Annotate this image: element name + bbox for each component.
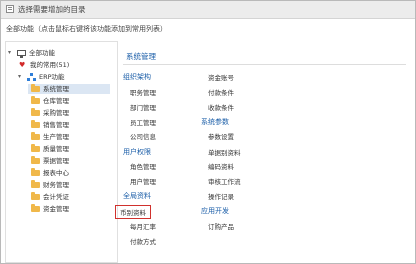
category-heading: 应用开发	[201, 207, 229, 215]
folder-icon	[31, 96, 40, 104]
monitor-icon	[17, 50, 26, 58]
tree-node-module[interactable]: 仓库管理	[28, 96, 110, 106]
section-title: 系统管理	[126, 52, 156, 61]
folder-icon	[31, 84, 40, 92]
collapse-caret-icon[interactable]: ▾	[8, 48, 11, 58]
window-icon	[6, 5, 14, 13]
tree-node-module[interactable]: 票据管理	[28, 156, 110, 166]
folder-icon	[31, 156, 40, 164]
function-item[interactable]: 员工管理	[130, 117, 156, 127]
tree-label: 系统管理	[43, 85, 69, 93]
folder-icon	[31, 108, 40, 116]
function-item[interactable]: 订购产品	[208, 221, 234, 231]
tree-label: 质量管理	[43, 145, 69, 153]
function-item[interactable]: 币别资料	[115, 205, 151, 219]
function-item[interactable]: 付款条件	[208, 87, 234, 97]
tree-label: 资金管理	[43, 205, 69, 213]
function-item[interactable]: 编码资料	[208, 161, 234, 171]
tree-node-module[interactable]: 销售管理	[28, 120, 110, 130]
tree-node-module[interactable]: 会计凭证	[28, 192, 110, 202]
tree-label: 我的常用(51)	[30, 61, 70, 69]
function-item[interactable]: 角色管理	[130, 161, 156, 171]
tree-label: 会计凭证	[43, 193, 69, 201]
title-bar: 选择需要增加的目录	[1, 1, 415, 19]
category-heading: 全局资料	[123, 192, 151, 200]
tree-label: 销售管理	[43, 121, 69, 129]
org-chart-icon	[27, 73, 36, 81]
tree-node-module[interactable]: 采购管理	[28, 108, 110, 118]
folder-icon	[31, 144, 40, 152]
function-item[interactable]: 资金账号	[208, 72, 234, 82]
folder-icon	[31, 180, 40, 188]
tree-label: 采购管理	[43, 109, 69, 117]
tree-label: 全部功能	[29, 49, 55, 57]
tree-label: 生产管理	[43, 133, 69, 141]
tree-node-module[interactable]: 财务管理	[28, 180, 110, 190]
function-item[interactable]: 参数设置	[208, 131, 234, 141]
tree-label: 财务管理	[43, 181, 69, 189]
dialog-window: 选择需要增加的目录 全部功能（点击鼠标右键将该功能添加到常用列表） ▾ 全部功能…	[0, 0, 416, 264]
tree-node-module[interactable]: 系统管理	[28, 84, 110, 94]
function-item[interactable]: 审核工作流	[208, 176, 241, 186]
function-item[interactable]: 收款条件	[208, 102, 234, 112]
tree-node-module[interactable]: 生产管理	[28, 132, 110, 142]
window-title: 选择需要增加的目录	[18, 5, 86, 14]
folder-icon	[31, 120, 40, 128]
category-heading: 组织架构	[123, 73, 151, 81]
function-item[interactable]: 部门管理	[130, 102, 156, 112]
function-item[interactable]: 用户管理	[130, 176, 156, 186]
tree-label: ERP功能	[39, 73, 65, 81]
category-heading: 系统参数	[201, 118, 229, 126]
function-item[interactable]: 单据别资料	[208, 147, 241, 157]
function-item[interactable]: 每月汇率	[130, 221, 156, 231]
function-item[interactable]: 职务管理	[130, 87, 156, 97]
heart-icon: ♥	[19, 61, 26, 69]
function-tree[interactable]: ▾ 全部功能 ♥ 我的常用(51) ▾ ERP功能 系统管理仓库管理采购管理销售…	[5, 41, 118, 263]
tree-node-module[interactable]: 质量管理	[28, 144, 110, 154]
folder-icon	[31, 168, 40, 176]
tree-label: 仓库管理	[43, 97, 69, 105]
function-item[interactable]: 操作记录	[208, 191, 234, 201]
function-item[interactable]: 付款方式	[130, 236, 156, 246]
folder-icon	[31, 192, 40, 200]
folder-icon	[31, 204, 40, 212]
tree-label: 报表中心	[43, 169, 69, 177]
collapse-caret-icon[interactable]: ▾	[18, 72, 21, 82]
instruction-text: 全部功能（点击鼠标右键将该功能添加到常用列表）	[6, 25, 167, 33]
tree-node-module[interactable]: 资金管理	[28, 204, 110, 214]
tree-label: 票据管理	[43, 157, 69, 165]
tree-node-module[interactable]: 报表中心	[28, 168, 110, 178]
section-divider	[123, 64, 406, 65]
folder-icon	[31, 132, 40, 140]
function-item[interactable]: 公司信息	[130, 131, 156, 141]
category-heading: 用户权限	[123, 148, 151, 156]
